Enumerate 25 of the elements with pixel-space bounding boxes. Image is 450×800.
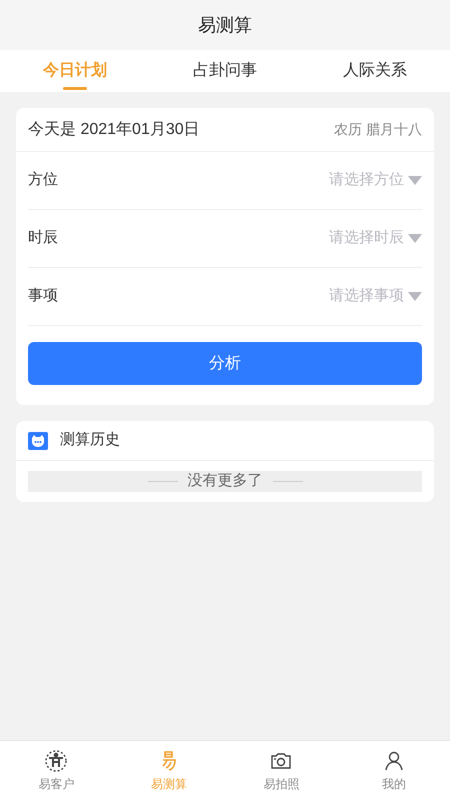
nav-item[interactable]: 易客户 [0, 741, 112, 800]
field-label: 事项 [28, 286, 58, 306]
nav-item[interactable]: 易拍照 [225, 741, 338, 800]
nav-item[interactable]: 易测算 [112, 741, 225, 800]
select-field[interactable]: 请选择时辰 [318, 227, 422, 250]
empty-text: 没有更多了 [188, 471, 262, 492]
field-label: 方位 [28, 170, 58, 190]
tab[interactable]: 占卦问事 [150, 50, 300, 92]
dropdown-arrow-icon [408, 234, 422, 243]
history-title: 测算历史 [60, 430, 120, 450]
tab[interactable]: 人际关系 [300, 50, 450, 92]
dropdown-arrow-icon [408, 176, 422, 185]
dropdown-arrow-icon [408, 292, 422, 301]
body-circle-icon [44, 748, 68, 772]
window-title: 易测算 [198, 14, 252, 36]
tab[interactable]: 今日计划 [0, 50, 150, 92]
date-text: 今天是 2021年01月30日 [28, 120, 200, 140]
tab-indicator [63, 87, 87, 90]
analyze-button[interactable]: 分析 [28, 342, 422, 385]
select-field[interactable]: 请选择方位 [318, 169, 422, 192]
cat-icon [28, 432, 48, 450]
lunar-date: 农历 腊月十八 [334, 120, 422, 139]
field-label: 时辰 [28, 228, 58, 248]
select-field[interactable]: 请选择事项 [318, 285, 422, 308]
nav-item[interactable]: 我的 [338, 741, 450, 800]
